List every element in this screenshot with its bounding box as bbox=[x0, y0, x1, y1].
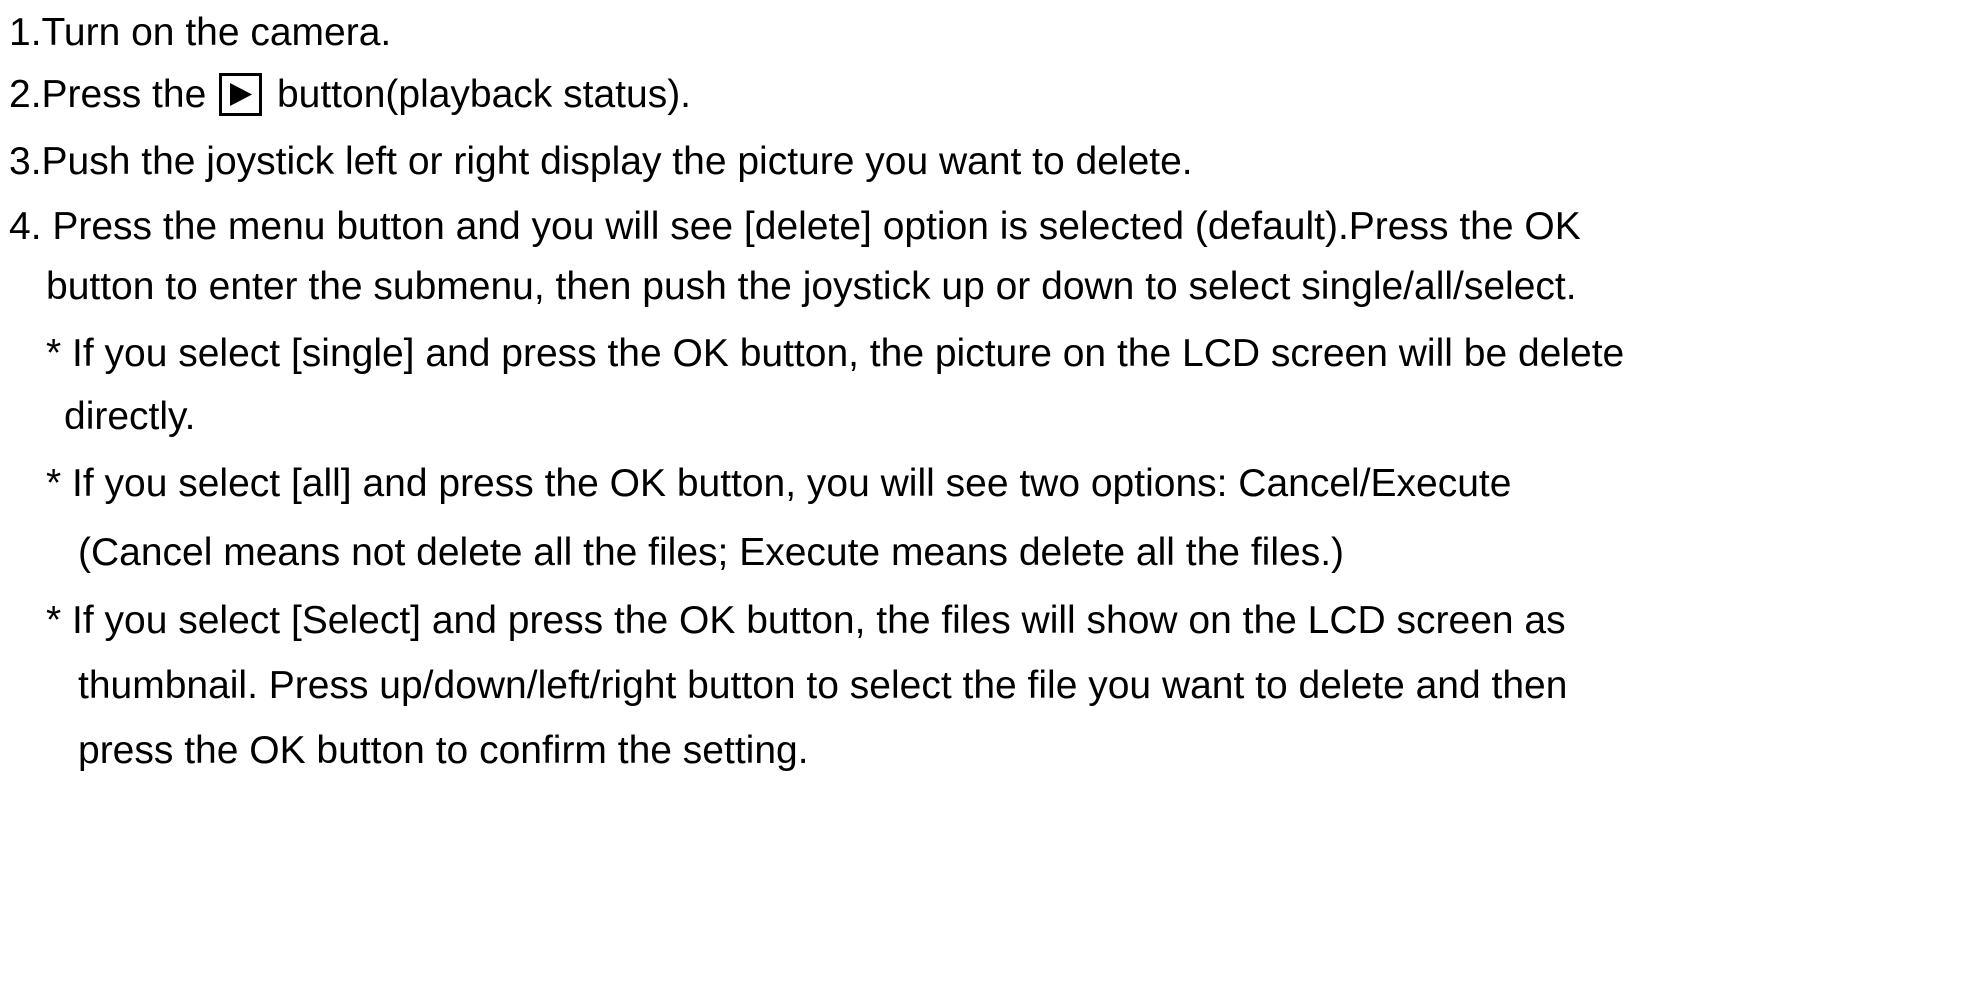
step-2-text-after: button(playback status). bbox=[266, 73, 692, 116]
step-4-line-1: 4. Press the menu button and you will se… bbox=[9, 205, 1581, 248]
step-3-text: 3.Push the joystick left or right displa… bbox=[9, 140, 1193, 183]
single-option-line-1: * If you select [single] and press the O… bbox=[46, 332, 1625, 375]
step-1-text: 1.Turn on the camera. bbox=[9, 11, 392, 54]
play-triangle-icon bbox=[230, 83, 253, 106]
step-4-line-2: button to enter the submenu, then push t… bbox=[46, 265, 1577, 308]
select-option-line-3: press the OK button to confirm the setti… bbox=[78, 729, 809, 772]
instruction-document: 1.Turn on the camera. 2.Press the button… bbox=[0, 0, 1987, 983]
step-2-line: 2.Press the button(playback status). bbox=[9, 72, 691, 118]
select-option-line-2: thumbnail. Press up/down/left/right butt… bbox=[78, 664, 1568, 707]
all-option-line-1: * If you select [all] and press the OK b… bbox=[46, 462, 1512, 505]
play-icon bbox=[219, 73, 263, 116]
single-option-line-2: directly. bbox=[64, 395, 196, 438]
step-2-text-before: 2.Press the bbox=[9, 73, 207, 116]
all-option-line-2: (Cancel means not delete all the files; … bbox=[78, 531, 1345, 574]
select-option-line-1: * If you select [Select] and press the O… bbox=[46, 599, 1566, 642]
